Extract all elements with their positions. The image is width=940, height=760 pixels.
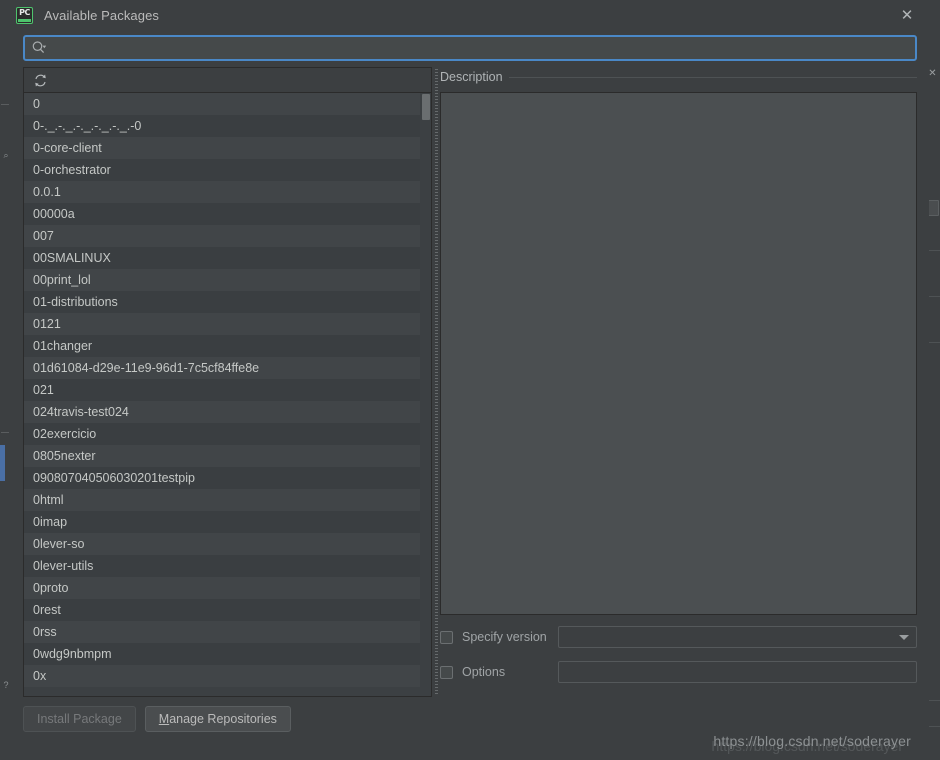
package-list-item[interactable]: 0x	[24, 665, 420, 687]
package-list: 0 0-._.-._.-._.-._.-._.-0 0-core-client 0-o…	[24, 93, 420, 687]
scrollbar-thumb[interactable]	[422, 94, 430, 120]
search-field[interactable]	[23, 35, 917, 61]
package-list-item[interactable]: 007	[24, 225, 420, 247]
options-input[interactable]	[558, 661, 917, 683]
package-list-panel: 0 0-._.-._.-._.-._.-._.-0 0-core-client 0-o…	[23, 67, 432, 697]
manage-repositories-mnemonic: M	[158, 712, 170, 726]
package-list-item[interactable]: 0-core-client	[24, 137, 420, 159]
panel-splitter[interactable]	[432, 67, 440, 697]
package-list-item[interactable]: 0121	[24, 313, 420, 335]
package-list-item[interactable]: 00000a	[24, 203, 420, 225]
background-ide-search-glyph: ⌕	[3, 150, 9, 160]
package-list-item[interactable]: 00print_lol	[24, 269, 420, 291]
package-list-scrollbar[interactable]	[420, 93, 431, 696]
specify-version-checkbox[interactable]	[440, 630, 453, 644]
options-checkbox[interactable]	[440, 665, 453, 679]
package-list-item[interactable]: 0html	[24, 489, 420, 511]
package-list-item[interactable]: 0lever-utils	[24, 555, 420, 577]
package-list-item[interactable]: 0.0.1	[24, 181, 420, 203]
background-ide-left-column	[0, 0, 11, 760]
refresh-icon[interactable]	[31, 71, 49, 89]
available-packages-dialog: PC Available Packages ✕ 0 0-._.-._.-._.-…	[11, 0, 929, 760]
description-body	[440, 92, 917, 615]
screen-root: ⌕ ? ✕ PC Available Packages ✕ 0 0-._.-._…	[0, 0, 940, 760]
dialog-content: 0 0-._.-._.-._.-._.-._.-0 0-core-client 0-o…	[11, 67, 929, 697]
background-ide-tick	[1, 432, 9, 433]
description-label: Description	[440, 70, 503, 84]
package-list-toolbar	[24, 68, 431, 93]
package-list-item[interactable]: 0rest	[24, 599, 420, 621]
search-icon	[31, 40, 47, 56]
description-header-rule	[508, 76, 917, 78]
package-list-item[interactable]: 090807040506030201testpip	[24, 467, 420, 489]
dialog-footer: Install Package Manage Repositories	[11, 697, 929, 760]
pycharm-icon-label: PC	[19, 7, 30, 17]
options-rows: Specify version Options	[440, 625, 917, 695]
package-list-item[interactable]: 01-distributions	[24, 291, 420, 313]
package-list-item[interactable]: 024travis-test024	[24, 401, 420, 423]
dialog-titlebar: PC Available Packages ✕	[11, 0, 929, 30]
package-list-item[interactable]: 0proto	[24, 577, 420, 599]
package-list-item[interactable]: 0wdg9nbmpm	[24, 643, 420, 665]
options-label: Options	[462, 665, 506, 679]
manage-repositories-label: anage Repositories	[169, 712, 277, 726]
package-list-item[interactable]: 0-._.-._.-._.-._.-._.-0	[24, 115, 420, 137]
pycharm-icon-bar	[18, 18, 31, 22]
dialog-title: Available Packages	[44, 7, 160, 23]
chevron-down-icon	[899, 634, 909, 640]
package-list-item[interactable]: 0imap	[24, 511, 420, 533]
package-list-item[interactable]: 0lever-so	[24, 533, 420, 555]
package-list-item[interactable]: 021	[24, 379, 420, 401]
search-input[interactable]	[47, 38, 915, 58]
options-row: Options	[440, 660, 917, 684]
package-list-item[interactable]: 01changer	[24, 335, 420, 357]
package-list-item[interactable]: 0-orchestrator	[24, 159, 420, 181]
background-ide-help-glyph: ?	[3, 680, 9, 690]
package-list-scrollarea[interactable]: 0 0-._.-._.-._.-._.-._.-0 0-core-client 0-o…	[24, 93, 431, 696]
background-ide-tick	[1, 104, 9, 105]
package-list-item[interactable]: 0	[24, 93, 420, 115]
specify-version-row: Specify version	[440, 625, 917, 649]
specify-version-label: Specify version	[462, 630, 547, 644]
package-list-item[interactable]: 00SMALINUX	[24, 247, 420, 269]
install-package-button[interactable]: Install Package	[23, 706, 136, 732]
specify-version-combobox[interactable]	[558, 626, 917, 648]
package-list-item[interactable]: 0rss	[24, 621, 420, 643]
manage-repositories-button[interactable]: Manage Repositories	[144, 706, 291, 732]
close-icon[interactable]: ✕	[899, 7, 915, 23]
package-list-item[interactable]: 02exercicio	[24, 423, 420, 445]
description-header: Description	[440, 67, 917, 87]
package-list-item[interactable]: 01d61084-d29e-11e9-96d1-7c5cf84ffe8e	[24, 357, 420, 379]
package-list-item[interactable]: 0805nexter	[24, 445, 420, 467]
description-panel: Description Specify version Options	[440, 67, 917, 697]
pycharm-icon: PC	[16, 6, 33, 24]
background-ide-selection-marker	[0, 445, 5, 481]
splitter-handle	[434, 69, 438, 695]
